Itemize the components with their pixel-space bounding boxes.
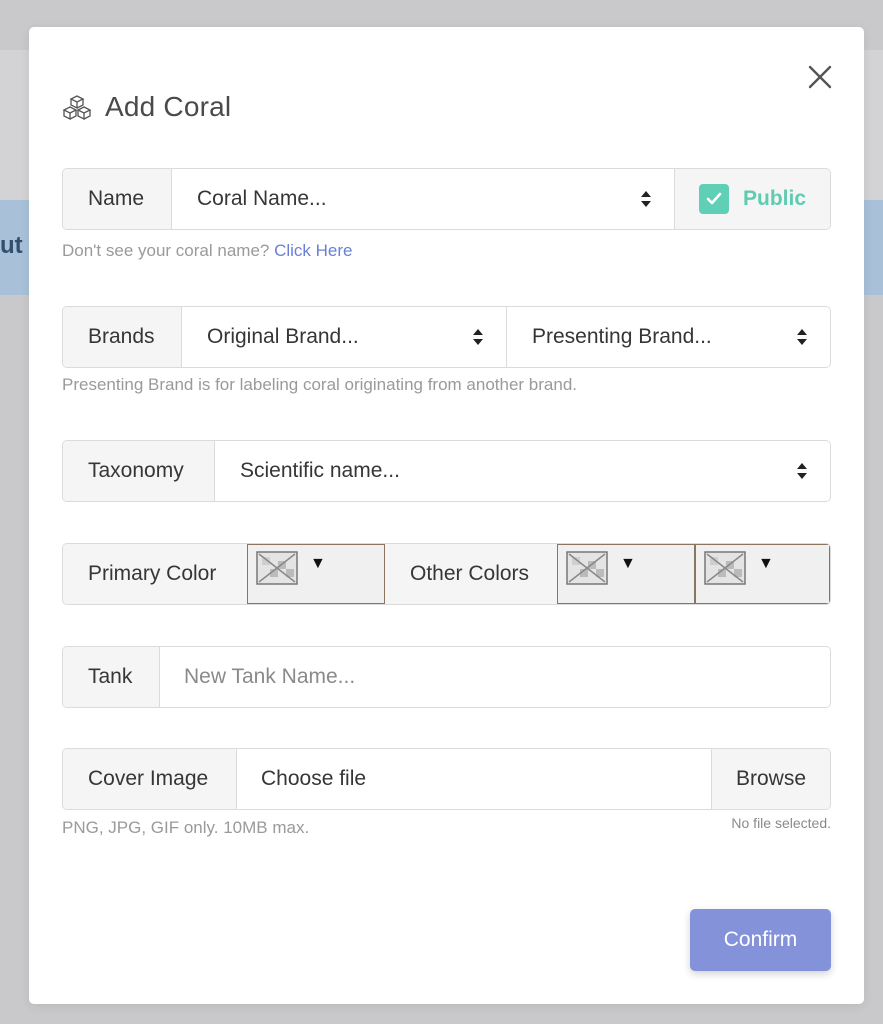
scientific-name-value: Scientific name... xyxy=(240,459,400,482)
chevron-down-icon: ▼ xyxy=(310,555,326,572)
background-banner-text: ut xyxy=(0,232,23,259)
cubes-icon xyxy=(62,94,92,121)
cover-image-field-group: Cover Image Choose file Browse xyxy=(62,748,831,810)
coral-name-select[interactable]: Coral Name... xyxy=(172,169,675,229)
modal-header: Add Coral xyxy=(62,91,231,123)
name-help-message: Don't see your coral name? xyxy=(62,241,270,260)
select-arrows-icon xyxy=(797,329,807,345)
tank-field-group: Tank New Tank Name... xyxy=(62,646,831,708)
select-arrows-icon xyxy=(797,463,807,479)
close-icon[interactable] xyxy=(808,65,832,89)
select-arrows-icon xyxy=(641,191,651,207)
tank-name-input[interactable]: New Tank Name... xyxy=(160,647,830,707)
presenting-brand-select[interactable]: Presenting Brand... xyxy=(507,307,830,367)
public-label: Public xyxy=(743,187,807,210)
tank-label: Tank xyxy=(63,647,160,707)
click-here-link[interactable]: Click Here xyxy=(274,241,352,260)
background-banner-right xyxy=(863,200,883,295)
taxonomy-field-group: Taxonomy Scientific name... xyxy=(62,440,831,502)
check-icon xyxy=(706,192,722,205)
name-help-text: Don't see your coral name? Click Here xyxy=(62,241,353,261)
original-brand-value: Original Brand... xyxy=(207,325,359,348)
modal-title: Add Coral xyxy=(105,91,232,122)
broken-image-icon xyxy=(704,551,746,585)
cover-image-help-text: PNG, JPG, GIF only. 10MB max. xyxy=(62,818,310,837)
public-toggle[interactable]: Public xyxy=(675,169,830,229)
broken-image-icon xyxy=(566,551,608,585)
add-coral-modal: Add Coral Name Coral Name... Public Don'… xyxy=(29,27,864,1004)
public-checkbox[interactable] xyxy=(699,184,729,214)
other-color-picker-2[interactable]: ▼ xyxy=(695,544,830,604)
chevron-down-icon: ▼ xyxy=(758,555,774,572)
broken-image-icon xyxy=(256,551,298,585)
colors-field-group: Primary Color ▼ Other Colors ▼ ▼ xyxy=(62,543,831,605)
no-file-selected-text: No file selected. xyxy=(731,815,831,831)
brands-help-text: Presenting Brand is for labeling coral o… xyxy=(62,375,578,394)
scientific-name-select[interactable]: Scientific name... xyxy=(215,441,830,501)
cover-image-label: Cover Image xyxy=(63,749,237,809)
presenting-brand-value: Presenting Brand... xyxy=(532,325,712,348)
browse-button[interactable]: Browse xyxy=(710,749,830,809)
coral-name-select-value: Coral Name... xyxy=(197,187,327,210)
chevron-down-icon: ▼ xyxy=(620,555,636,572)
name-field-group: Name Coral Name... Public xyxy=(62,168,831,230)
choose-file-input[interactable]: Choose file xyxy=(237,749,711,809)
other-color-picker-1[interactable]: ▼ xyxy=(557,544,695,604)
brands-field-group: Brands Original Brand... Presenting Bran… xyxy=(62,306,831,368)
brands-label: Brands xyxy=(63,307,182,367)
primary-color-label: Primary Color xyxy=(63,544,247,604)
other-colors-label: Other Colors xyxy=(385,544,557,604)
primary-color-picker[interactable]: ▼ xyxy=(247,544,385,604)
original-brand-select[interactable]: Original Brand... xyxy=(182,307,507,367)
select-arrows-icon xyxy=(473,329,483,345)
confirm-button[interactable]: Confirm xyxy=(690,909,831,971)
name-label: Name xyxy=(63,169,172,229)
taxonomy-label: Taxonomy xyxy=(63,441,215,501)
